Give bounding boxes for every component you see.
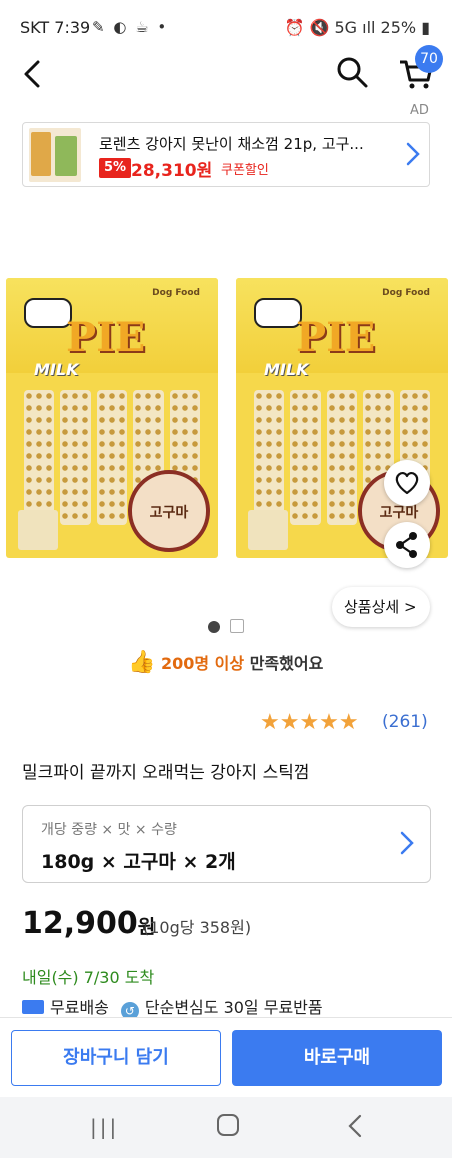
satisfaction-count: 200명 이상 <box>160 654 245 673</box>
rating-stars[interactable]: ★★★★★ <box>260 710 359 735</box>
back-icon[interactable] <box>16 56 52 92</box>
system-nav-bar: ||| <box>0 1097 452 1158</box>
price-amount: 12,900 <box>22 906 138 941</box>
free-return-text: 단순변심도 30일 무료반품 <box>144 998 323 1017</box>
status-icons: ⏰ 🔇 5G ıll <box>284 18 381 37</box>
carousel-dot-active[interactable] <box>208 621 220 633</box>
flavor-seal: 고구마 <box>128 470 210 552</box>
status-bar: SKT 7:39 ✎ ◐ ☕ • ⏰ 🔇 5G ıll 25% ▮ <box>0 0 452 56</box>
purchase-bar: 장바구니 담기 바로구매 <box>0 1017 452 1097</box>
unit-price: (10g당 358원) <box>143 918 252 937</box>
product-detail-button[interactable]: 상품상세 > <box>332 587 430 627</box>
product-image-2[interactable]: Dog Food PIE MILK 고구마 <box>236 278 448 558</box>
review-count[interactable]: (261) <box>382 712 428 732</box>
product-price: 12,900원 <box>22 906 155 941</box>
satisfaction-text: 만족했어요 <box>244 654 324 673</box>
milk-logo: MILK <box>264 360 309 379</box>
option-selector[interactable]: 개당 중량 × 맛 × 수량 180g × 고구마 × 2개 <box>22 805 431 883</box>
truck-icon <box>22 1000 44 1014</box>
add-to-cart-button[interactable]: 장바구니 담기 <box>11 1030 221 1086</box>
thumbs-up-icon: 👍 <box>128 650 156 675</box>
product-image-1[interactable]: Dog Food PIE MILK 고구마 <box>6 278 218 558</box>
recent-apps-icon[interactable]: ||| <box>90 1115 119 1139</box>
satisfaction-banner: 👍 200명 이상 만족했어요 <box>128 650 323 675</box>
arrival-date: 내일(수) 7/30 도착 <box>22 968 155 987</box>
chevron-right-icon <box>397 828 417 865</box>
carousel-grid-icon[interactable] <box>230 619 244 633</box>
heart-icon[interactable] <box>384 460 430 506</box>
pie-logo: PIE <box>296 314 376 361</box>
ad-banner[interactable]: 로렌츠 강아지 못난이 채소껌 21p, 고구... 5% 28,310원 쿠폰… <box>22 122 430 187</box>
ad-coupon-text: 쿠폰할인 <box>221 163 269 178</box>
search-icon[interactable] <box>334 54 370 90</box>
buy-now-button[interactable]: 바로구매 <box>232 1030 442 1086</box>
ad-discount-badge: 5% <box>99 158 132 178</box>
battery-icon: ▮ <box>416 18 430 37</box>
cow-illustration <box>24 298 72 328</box>
free-shipping-text: 무료배송 <box>50 998 109 1017</box>
option-label: 개당 중량 × 맛 × 수량 <box>41 822 177 838</box>
status-right: ⏰ 🔇 5G ıll 25% ▮ <box>284 18 430 37</box>
milk-logo: MILK <box>34 360 79 379</box>
ad-label: AD <box>410 103 429 118</box>
battery-level: 25% <box>380 18 417 37</box>
ad-price: 28,310원 <box>131 161 213 181</box>
ad-title: 로렌츠 강아지 못난이 채소껌 21p, 고구... <box>99 135 364 153</box>
nav-back-icon[interactable] <box>345 1111 365 1148</box>
option-value: 180g × 고구마 × 2개 <box>41 851 236 873</box>
brand-label: Dog Food <box>382 288 430 298</box>
product-title: 밀크파이 끝까지 오래먹는 강아지 스틱껌 <box>22 763 310 783</box>
chevron-right-icon <box>403 139 423 176</box>
ad-thumbnail <box>29 128 81 182</box>
cart-count-badge: 70 <box>415 45 443 73</box>
home-icon[interactable] <box>217 1114 239 1136</box>
brand-label: Dog Food <box>152 288 200 298</box>
share-icon[interactable] <box>384 522 430 568</box>
cow-illustration <box>254 298 302 328</box>
pie-logo: PIE <box>66 314 146 361</box>
status-time: SKT 7:39 <box>20 18 91 37</box>
status-left-icons: ✎ ◐ ☕ • <box>92 18 169 36</box>
